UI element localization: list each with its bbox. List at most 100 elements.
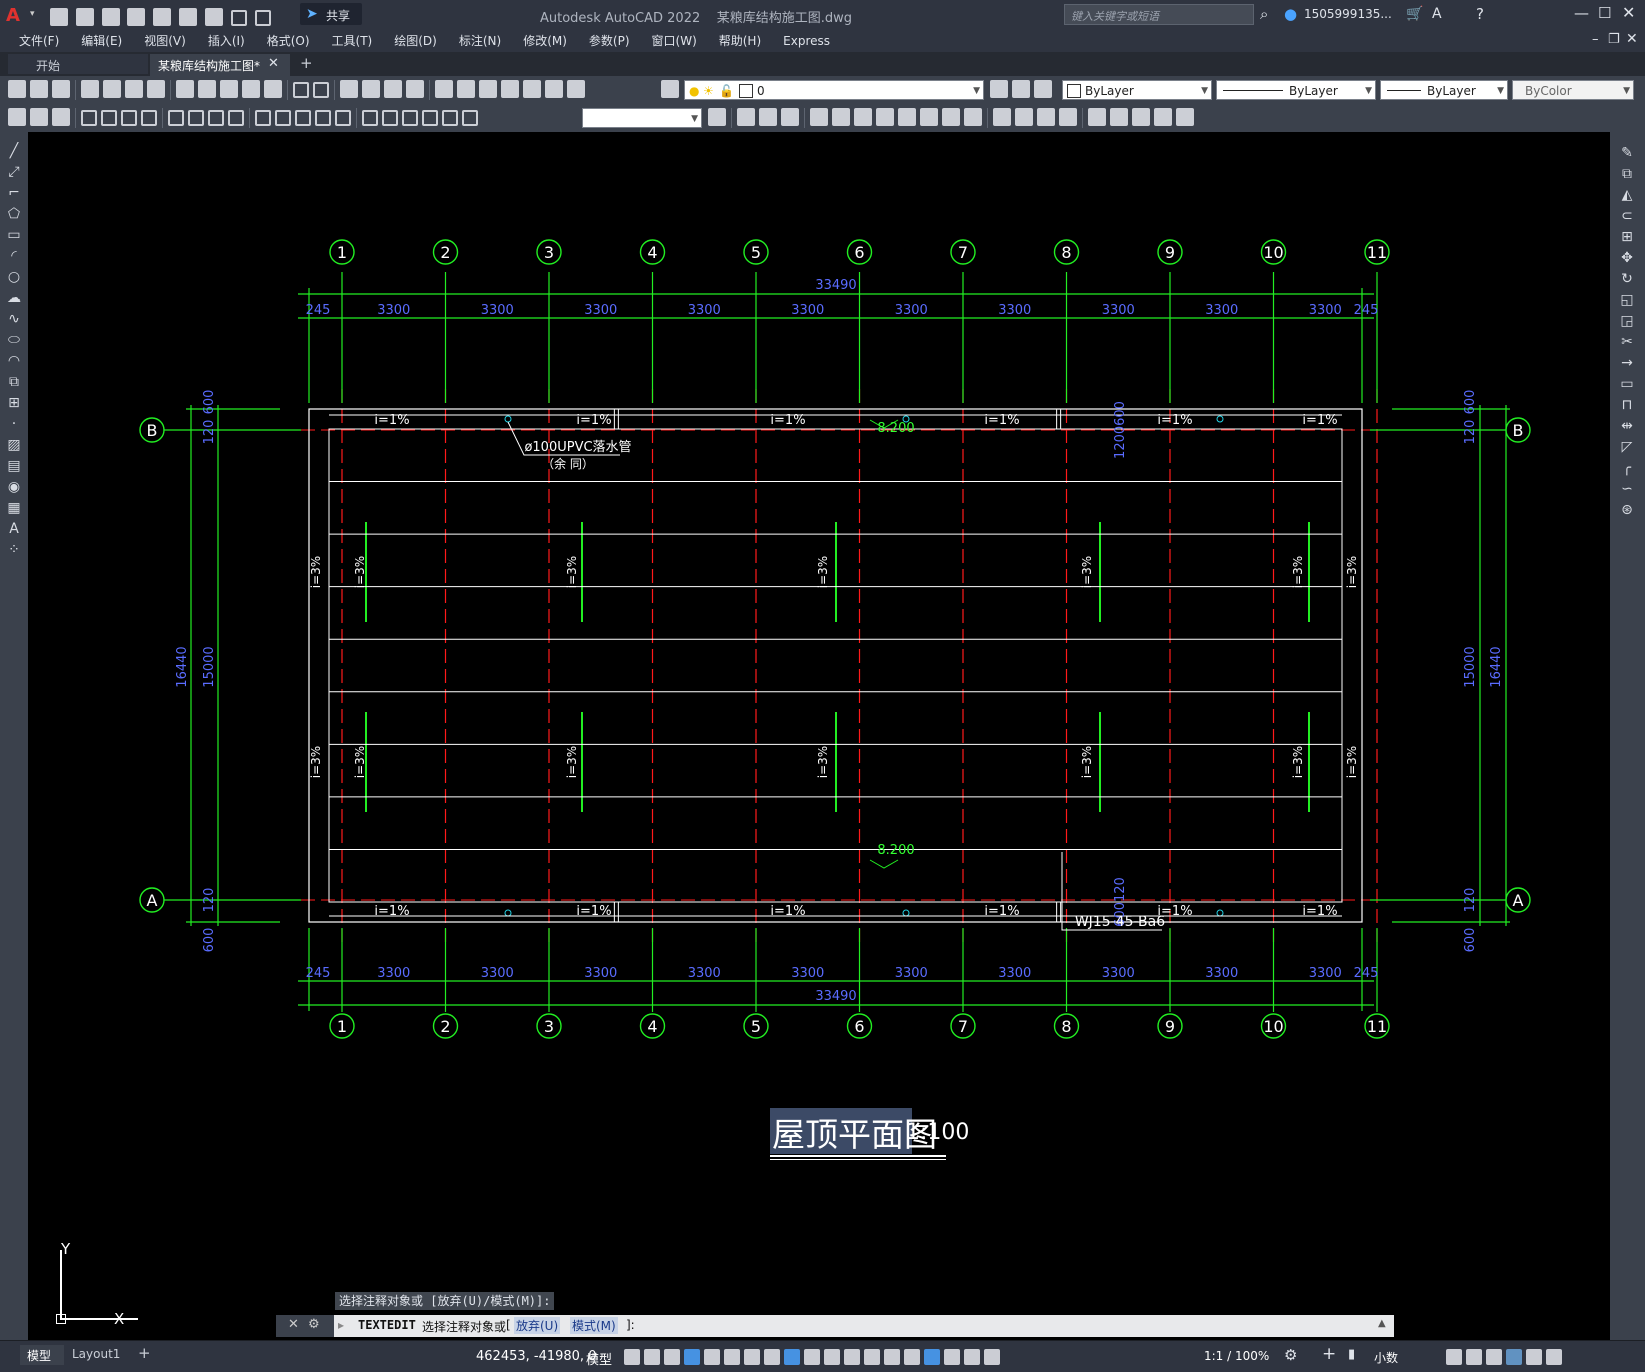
add-layout-icon[interactable]: +	[138, 1344, 151, 1362]
auto-scale-icon[interactable]	[964, 1349, 980, 1365]
extend-icon[interactable]: →	[1618, 355, 1636, 371]
menu-modify[interactable]: 修改(M)	[512, 30, 578, 52]
tolerance-icon[interactable]	[362, 110, 378, 126]
calculator-icon[interactable]	[545, 80, 563, 98]
annotation-monitor-icon[interactable]: +	[1322, 1344, 1336, 1364]
extend-icon[interactable]	[964, 108, 982, 126]
dim-update-icon[interactable]	[708, 108, 726, 126]
object-snap-tracking-icon[interactable]	[764, 1349, 780, 1365]
multiline-text-icon[interactable]: A	[5, 521, 23, 537]
transparency-icon[interactable]	[824, 1349, 840, 1365]
linear-dim-icon[interactable]	[81, 110, 97, 126]
annotation-scale-icon[interactable]	[984, 1349, 1000, 1365]
tool-palettes-icon[interactable]	[479, 80, 497, 98]
linetype-dropdown[interactable]: ByLayer ▼	[1216, 80, 1376, 100]
gradient-icon[interactable]: ▤	[5, 458, 23, 474]
menu-parametric[interactable]: 参数(P)	[578, 30, 641, 52]
minimize-icon[interactable]: —	[1574, 4, 1589, 22]
layer-previous-icon[interactable]	[1012, 80, 1030, 98]
make-current-layer-icon[interactable]	[990, 80, 1008, 98]
ellipse-arc-icon[interactable]: ◠	[5, 353, 23, 369]
copy-icon[interactable]: ⧉	[1618, 166, 1636, 182]
tab-start[interactable]: 开始	[8, 54, 148, 74]
break-icon[interactable]: ⊓	[1618, 397, 1636, 413]
command-history-chevron-icon[interactable]: ▲	[1378, 1318, 1386, 1329]
command-option-mode[interactable]: 模式(M)	[570, 1317, 618, 1334]
lineweight-dropdown[interactable]: ByLayer ▼	[1380, 80, 1508, 100]
menu-draw[interactable]: 绘图(D)	[383, 30, 448, 52]
tool-icon-3[interactable]	[52, 108, 70, 126]
fillet-icon[interactable]	[1059, 108, 1077, 126]
text-front-icon[interactable]	[1132, 108, 1150, 126]
region-icon[interactable]: ◉	[5, 479, 23, 495]
array-icon[interactable]: ⊞	[1618, 229, 1636, 245]
sheet-set-icon[interactable]	[501, 80, 519, 98]
block-editor-icon[interactable]	[264, 80, 282, 98]
dim-text-edit-icon[interactable]	[462, 110, 478, 126]
save-icon[interactable]	[101, 8, 120, 26]
object-snap-icon[interactable]	[784, 1349, 800, 1365]
undo-icon[interactable]	[293, 82, 309, 98]
help-icon[interactable]: ?	[1476, 5, 1484, 23]
selection-filter-icon[interactable]	[904, 1349, 920, 1365]
polar-icon[interactable]	[724, 1349, 740, 1365]
trim-icon[interactable]: ✂	[1618, 334, 1636, 350]
menu-insert[interactable]: 插入(I)	[197, 30, 256, 52]
draw-order-icon[interactable]	[1110, 108, 1128, 126]
user-name[interactable]: 1505999135...	[1304, 7, 1392, 21]
tool-icon-2[interactable]	[30, 108, 48, 126]
gizmo-icon[interactable]	[924, 1349, 940, 1365]
layer-states-icon[interactable]	[1034, 80, 1052, 98]
isolate-objects-icon[interactable]	[1486, 1349, 1502, 1365]
redo-icon[interactable]	[254, 10, 271, 26]
menu-tools[interactable]: 工具(T)	[321, 30, 384, 52]
new-file-icon[interactable]	[50, 8, 68, 26]
arc-length-icon[interactable]	[121, 110, 137, 126]
radius-icon[interactable]	[168, 110, 184, 126]
stretch-icon[interactable]: ◲	[1618, 313, 1636, 329]
angular-icon[interactable]	[228, 110, 244, 126]
layer-dropdown[interactable]: ● ☀ 🔓 0 ▼	[684, 80, 984, 100]
paste-icon[interactable]	[220, 80, 238, 98]
offset-icon[interactable]: ⊂	[1618, 208, 1636, 224]
make-block-icon[interactable]: ⊞	[5, 395, 23, 411]
jogged-icon[interactable]	[188, 110, 204, 126]
infer-constraints-icon[interactable]	[664, 1349, 680, 1365]
autodesk-a360-icon[interactable]: A	[1432, 6, 1442, 22]
open-file-icon[interactable]	[75, 8, 94, 26]
ellipse-icon[interactable]: ⬭	[5, 332, 23, 348]
share-button[interactable]: ➤ 共享	[300, 3, 362, 25]
bring-front-icon[interactable]	[1176, 108, 1194, 126]
join-icon[interactable]: ⇹	[1618, 418, 1636, 434]
workspace-gear-icon[interactable]: ⚙	[1284, 1346, 1297, 1364]
cut-icon[interactable]	[176, 80, 194, 98]
erase-icon[interactable]	[737, 108, 755, 126]
layer-properties-icon[interactable]	[661, 80, 681, 100]
user-icon[interactable]: ●	[1284, 5, 1297, 23]
fillet-icon[interactable]: ╭	[1618, 460, 1636, 476]
grid-icon[interactable]	[624, 1349, 640, 1365]
pan-icon[interactable]	[340, 80, 358, 98]
color-dropdown[interactable]: ByLayer ▼	[1062, 80, 1212, 100]
rotate-icon[interactable]: ↻	[1618, 271, 1636, 287]
dim-break-icon[interactable]	[335, 110, 351, 126]
menu-edit[interactable]: 编辑(E)	[70, 30, 133, 52]
dim-space-icon[interactable]	[315, 110, 331, 126]
doc-minimize-icon[interactable]: –	[1592, 32, 1599, 47]
zoom-previous-icon[interactable]	[406, 80, 424, 98]
publish-icon[interactable]	[179, 8, 198, 26]
hatch-icon[interactable]: ▨	[5, 437, 23, 453]
diameter-icon[interactable]	[208, 110, 224, 126]
annotation-visibility-icon[interactable]	[944, 1349, 960, 1365]
scale-icon[interactable]	[898, 108, 916, 126]
stretch-icon[interactable]	[920, 108, 938, 126]
menu-format[interactable]: 格式(O)	[256, 30, 321, 52]
construction-line-icon[interactable]: ⤢	[5, 164, 23, 180]
tab-drawing-active[interactable]: 某粮库结构施工图* ✕	[150, 54, 290, 76]
explode-icon[interactable]	[1088, 108, 1106, 126]
explode-icon[interactable]: ⊛	[1618, 502, 1636, 518]
3d-print-icon[interactable]	[147, 80, 165, 98]
dim-style-dropdown[interactable]: ▼	[582, 108, 702, 128]
array-icon[interactable]	[832, 108, 850, 126]
center-mark-icon[interactable]	[382, 110, 398, 126]
